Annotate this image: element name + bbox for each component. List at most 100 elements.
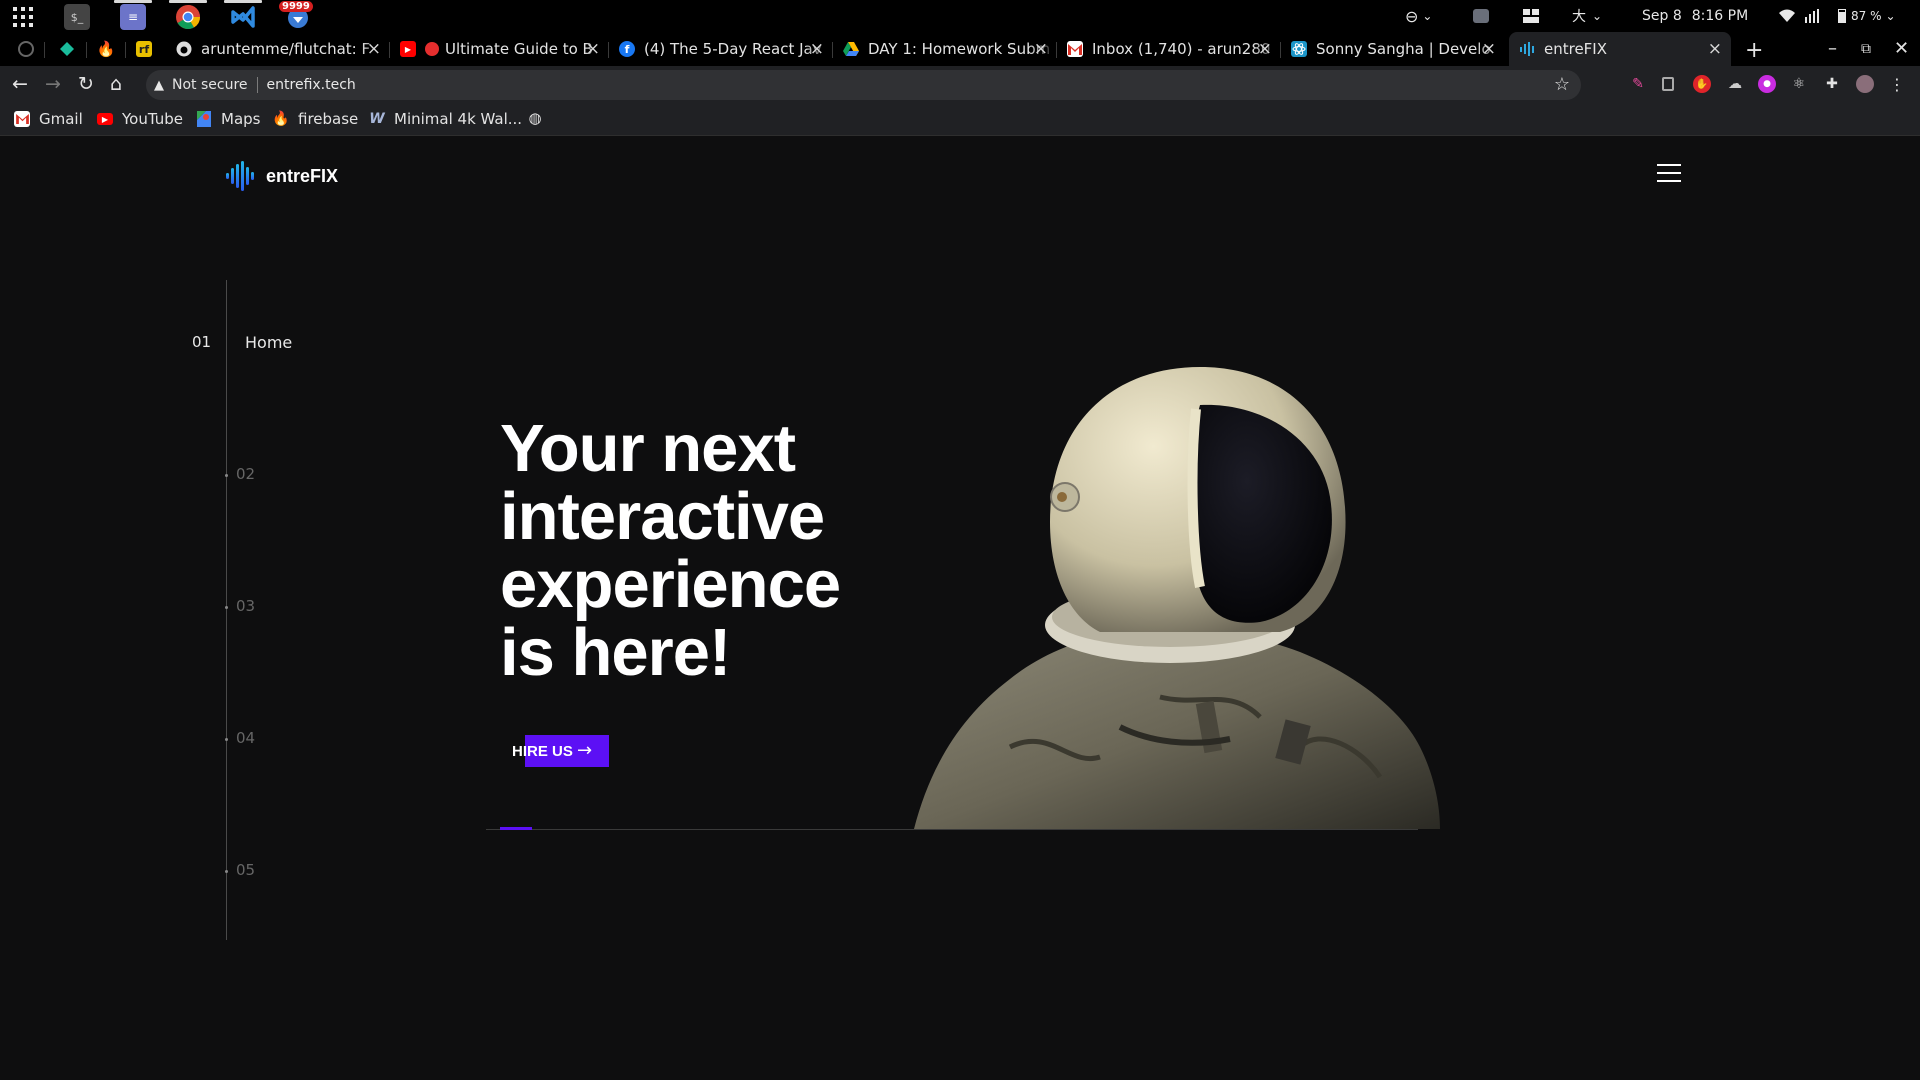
nav-number: 04 bbox=[236, 729, 256, 747]
hamburger-menu-icon[interactable] bbox=[1657, 164, 1681, 182]
react-devtools-extension-icon[interactable]: ⚛ bbox=[1790, 75, 1808, 93]
battery-indicator[interactable]: 87 % ⌄ bbox=[1838, 0, 1896, 32]
github-icon bbox=[176, 41, 192, 57]
battery-icon bbox=[1838, 9, 1846, 23]
incognito-extension-icon[interactable]: ☁ bbox=[1726, 75, 1744, 93]
facebook-icon: f bbox=[619, 41, 635, 57]
close-tab-icon[interactable]: × bbox=[1482, 39, 1496, 59]
entrefix-icon bbox=[1519, 41, 1535, 57]
minimize-window-icon[interactable]: – bbox=[1828, 38, 1837, 59]
bookmark-maps[interactable]: Maps bbox=[196, 110, 260, 128]
bookmark-gmail[interactable]: Gmail bbox=[14, 110, 83, 128]
url-text[interactable]: entrefix.tech bbox=[267, 77, 356, 93]
input-method-icon[interactable]: 大 ⌄ bbox=[1572, 0, 1602, 32]
bookmark-label: firebase bbox=[298, 110, 359, 128]
volume-icon[interactable] bbox=[1805, 0, 1821, 32]
chrome-app-icon[interactable] bbox=[169, 0, 207, 30]
nav-label-home[interactable]: Home bbox=[245, 333, 292, 352]
tab-title: (4) The 5-Day React Jav bbox=[644, 40, 822, 58]
close-tab-icon[interactable]: × bbox=[1034, 39, 1048, 59]
hire-us-button[interactable]: HIRE US → bbox=[512, 735, 609, 767]
hire-us-label: HIRE US bbox=[512, 743, 573, 760]
forward-arrow-icon[interactable]: → bbox=[45, 74, 61, 94]
pinned-tab-firebase-icon[interactable]: 🔥 bbox=[97, 40, 116, 58]
hero-headline: Your next interactive experience is here… bbox=[500, 411, 841, 687]
hero-line-1: Your next bbox=[500, 411, 796, 486]
firebase-icon: 🔥 bbox=[272, 111, 290, 127]
app-grid-icon[interactable] bbox=[10, 4, 36, 30]
chrome-menu-icon[interactable]: ⋮ bbox=[1888, 75, 1906, 94]
tab-title: entreFIX bbox=[1544, 40, 1608, 58]
battery-percent: 87 % bbox=[1851, 9, 1882, 23]
workspace-switcher-icon[interactable] bbox=[1523, 0, 1539, 32]
screenshot-tray-icon[interactable] bbox=[1473, 0, 1489, 32]
nav-number: 05 bbox=[236, 861, 256, 879]
close-tab-icon[interactable]: × bbox=[810, 39, 824, 59]
purple-extension-icon[interactable]: ● bbox=[1758, 75, 1776, 93]
reload-icon[interactable]: ↻ bbox=[78, 74, 94, 94]
close-tab-icon[interactable]: × bbox=[367, 39, 381, 59]
bookmark-label: Gmail bbox=[39, 110, 83, 128]
site-logo[interactable]: entreFIX bbox=[226, 161, 338, 191]
security-label[interactable]: Not secure bbox=[172, 77, 248, 93]
logo-text: entreFIX bbox=[266, 165, 339, 186]
tab-entrefix-active[interactable]: entreFIX × bbox=[1509, 32, 1731, 66]
bookmark-firebase[interactable]: 🔥 firebase bbox=[272, 110, 359, 128]
tab-github-flutchat[interactable]: aruntemme/flutchat: F × bbox=[166, 32, 390, 66]
new-tab-button[interactable]: + bbox=[1745, 38, 1763, 63]
tab-facebook-react[interactable]: f (4) The 5-Day React Jav × bbox=[609, 32, 833, 66]
text-editor-app-icon[interactable]: ≡ bbox=[114, 0, 152, 30]
tab-sonny-sangha[interactable]: Sonny Sangha | Develo × bbox=[1281, 32, 1505, 66]
os-top-panel: $_ ≡ 9999 ⊖ ⌄ 大 ⌄ Sep 8 8:16 PM 87 % ⌄ bbox=[0, 0, 1920, 32]
tab-drive-homework[interactable]: DAY 1: Homework Subm × bbox=[833, 32, 1057, 66]
tab-youtube-guide[interactable]: ▶ Ultimate Guide to B × bbox=[390, 32, 609, 66]
pinned-tab-github-icon[interactable] bbox=[18, 41, 34, 57]
adblock-extension-icon[interactable]: ✋ bbox=[1693, 75, 1711, 93]
pinned-tab-diamond-icon[interactable] bbox=[59, 41, 75, 57]
bookmark-label: YouTube bbox=[122, 110, 183, 128]
restore-window-icon[interactable]: ⧉ bbox=[1861, 41, 1871, 57]
bookmark-globe[interactable]: ◍ bbox=[527, 109, 552, 127]
astronaut-illustration bbox=[914, 367, 1440, 829]
hero-line-3: experience bbox=[500, 547, 841, 622]
tab-title: Inbox (1,740) - arun280 bbox=[1092, 40, 1271, 58]
profile-avatar[interactable] bbox=[1856, 75, 1874, 93]
date-time[interactable]: Sep 8 8:16 PM bbox=[1642, 0, 1748, 32]
bookmark-minimal-wallpapers[interactable]: W Minimal 4k Wal... bbox=[369, 110, 522, 128]
update-manager-app-icon[interactable]: 9999 bbox=[279, 1, 313, 30]
color-picker-extension-icon[interactable]: ✎ bbox=[1629, 75, 1647, 93]
close-tab-icon[interactable]: × bbox=[586, 39, 600, 59]
nav-number: 02 bbox=[236, 465, 256, 483]
back-arrow-icon[interactable]: ← bbox=[12, 74, 28, 94]
gmail-icon bbox=[14, 111, 30, 127]
bookmark-label: Maps bbox=[221, 110, 261, 128]
bookmark-youtube[interactable]: ▶ YouTube bbox=[97, 110, 183, 128]
time-label: 8:16 PM bbox=[1691, 8, 1749, 24]
vpn-indicator-icon[interactable]: ⊖ ⌄ bbox=[1405, 0, 1432, 32]
tab-gmail-inbox[interactable]: Inbox (1,740) - arun280 × bbox=[1057, 32, 1281, 66]
close-tab-icon[interactable]: × bbox=[1708, 39, 1722, 59]
browser-tab-strip: 🔥 rf aruntemme/flutchat: F × ▶ Ultimate … bbox=[0, 32, 1920, 66]
bookmarks-bar: Gmail ▶ YouTube Maps 🔥 firebase W Minima… bbox=[0, 104, 1920, 136]
terminal-app-icon[interactable]: $_ bbox=[64, 4, 90, 30]
bookmark-star-icon[interactable]: ☆ bbox=[1554, 74, 1570, 95]
tab-title: Sonny Sangha | Develo bbox=[1316, 40, 1491, 58]
address-bar[interactable]: ▲ Not secure entrefix.tech ☆ bbox=[146, 70, 1581, 100]
logo-waveform-icon bbox=[226, 161, 254, 191]
nav-number: 03 bbox=[236, 597, 256, 615]
drive-icon bbox=[843, 41, 859, 57]
vscode-app-icon[interactable] bbox=[224, 0, 262, 30]
hero-slider-progress[interactable] bbox=[500, 827, 532, 830]
side-nav-line bbox=[226, 280, 227, 940]
clipboard-extension-icon[interactable] bbox=[1659, 75, 1677, 93]
warning-triangle-icon[interactable]: ▲ bbox=[154, 78, 164, 93]
wifi-icon[interactable] bbox=[1779, 0, 1795, 32]
tab-title: aruntemme/flutchat: F bbox=[201, 40, 371, 58]
extensions-puzzle-icon[interactable]: ✚ bbox=[1823, 75, 1841, 93]
youtube-icon: ▶ bbox=[97, 113, 113, 125]
close-window-icon[interactable]: ✕ bbox=[1894, 38, 1909, 59]
home-icon[interactable]: ⌂ bbox=[110, 74, 122, 94]
maps-icon bbox=[196, 111, 212, 127]
close-tab-icon[interactable]: × bbox=[1258, 39, 1272, 59]
pinned-tab-rf-icon[interactable]: rf bbox=[136, 41, 152, 57]
